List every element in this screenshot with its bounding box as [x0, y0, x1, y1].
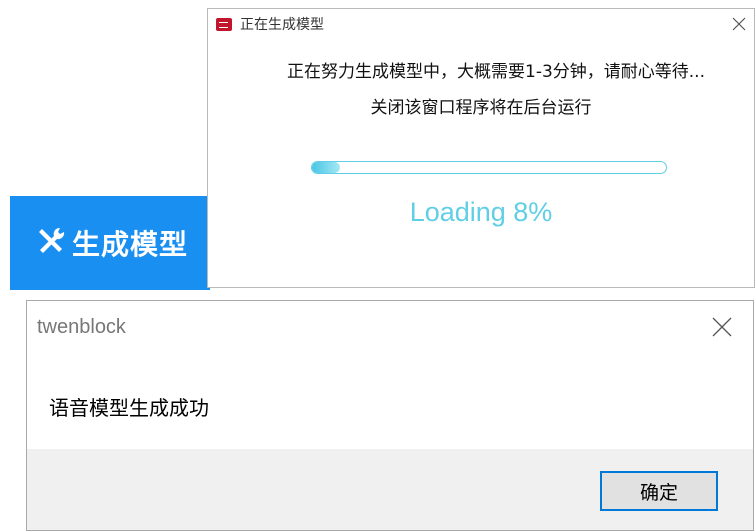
generate-model-button[interactable]: 生成模型: [10, 196, 210, 290]
progress-bar-fill: [312, 162, 341, 173]
app-logo-icon: [216, 17, 232, 31]
message-box-text: 语音模型生成成功: [49, 396, 209, 420]
ok-button[interactable]: 确定: [600, 471, 718, 511]
success-message-box: twenblock 语音模型生成成功 确定: [26, 300, 754, 531]
loading-text: Loading 8%: [409, 197, 553, 227]
progress-dialog-title: 正在生成模型: [240, 17, 324, 33]
progress-dialog: 正在生成模型 正在努力生成模型中，大概需要1-3分钟，请耐心等待... 关闭该窗…: [207, 8, 755, 288]
message-box-title: twenblock: [37, 316, 126, 338]
progress-bar: [311, 161, 667, 174]
generate-model-label: 生成模型: [72, 228, 189, 261]
progress-message-line2: 关闭该窗口程序将在后台运行: [370, 98, 592, 118]
progress-message-line1: 正在努力生成模型中，大概需要1-3分钟，请耐心等待...: [287, 62, 705, 82]
close-icon[interactable]: [711, 316, 733, 338]
close-icon[interactable]: [730, 15, 748, 33]
progress-dialog-titlebar: 正在生成模型: [208, 9, 754, 39]
message-box-footer: 确定: [27, 449, 753, 530]
tools-icon: [36, 225, 72, 262]
